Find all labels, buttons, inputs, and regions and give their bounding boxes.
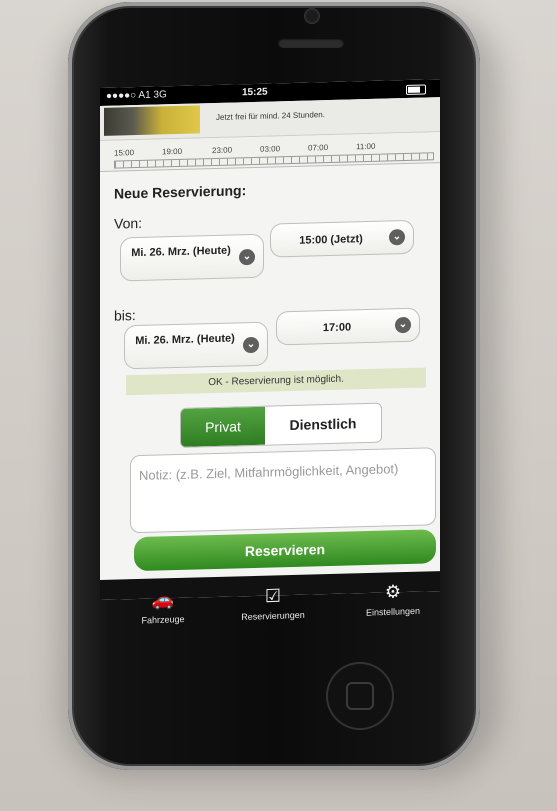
car-icon: 🚗 xyxy=(151,589,175,611)
timeline-tick: 23:00 xyxy=(212,145,233,156)
chevron-down-icon: ⌄ xyxy=(243,336,259,354)
chevron-down-icon: ⌄ xyxy=(239,248,255,266)
to-label: bis: xyxy=(114,307,136,324)
timeline-tick: 11:00 xyxy=(356,141,376,152)
from-date-picker[interactable]: Mi. 26. Mrz. (Heute) ⌄ xyxy=(120,233,264,282)
to-time-value: 17:00 xyxy=(322,321,352,335)
note-field[interactable]: Notiz: (z.B. Ziel, Mitfahrmöglichkeit, A… xyxy=(130,447,436,534)
page-title: Neue Reservierung: xyxy=(114,182,247,202)
timeline-tick: 19:00 xyxy=(162,146,183,157)
status-time: 15:25 xyxy=(242,86,268,99)
reserve-button[interactable]: Reservieren xyxy=(134,529,436,572)
from-time-value: 15:00 (Jetzt) xyxy=(299,233,363,247)
segment-dienstlich[interactable]: Dienstlich xyxy=(265,404,381,445)
to-date-picker[interactable]: Mi. 26. Mrz. (Heute) ⌄ xyxy=(124,321,268,370)
chevron-down-icon: ⌄ xyxy=(389,229,405,246)
timeline-tick: 15:00 xyxy=(114,148,135,158)
status-message: OK - Reservierung ist möglich. xyxy=(126,367,426,396)
from-date-value: Mi. 26. Mrz. (Heute) xyxy=(131,244,231,260)
trip-type-segmented-control: Privat Dienstlich xyxy=(180,402,382,448)
app-screen: ●●●●○ A1 3G 15:25 Jetzt frei für mind. 2… xyxy=(100,79,440,600)
to-time-picker[interactable]: 17:00 ⌄ xyxy=(276,307,420,346)
timeline-tick: 07:00 xyxy=(308,143,329,153)
from-label: Von: xyxy=(114,214,143,232)
home-square-icon xyxy=(346,682,374,710)
carrier-label: ●●●●○ A1 3G xyxy=(106,89,167,102)
tab-einstellungen[interactable]: ⚙ Einstellungen xyxy=(350,579,436,618)
home-button[interactable] xyxy=(326,662,394,730)
camera-icon xyxy=(304,8,320,24)
to-date-value: Mi. 26. Mrz. (Heute) xyxy=(135,332,235,348)
calendar-check-icon: ☑ xyxy=(264,585,282,607)
timeline-tick: 03:00 xyxy=(260,144,281,154)
chevron-down-icon: ⌄ xyxy=(395,316,411,334)
tab-label: Fahrzeuge xyxy=(141,614,185,626)
tab-bar: 🚗 Fahrzeuge ☑ Reservierungen ⚙ Einstellu… xyxy=(128,579,448,650)
from-time-picker[interactable]: 15:00 (Jetzt) ⌄ xyxy=(270,219,414,258)
gears-icon: ⚙ xyxy=(384,581,402,603)
segment-privat[interactable]: Privat xyxy=(181,406,265,447)
tab-label: Reservierungen xyxy=(241,609,305,623)
tab-fahrzeuge[interactable]: 🚗 Fahrzeuge xyxy=(128,588,198,626)
availability-text: Jetzt frei für mind. 24 Stunden. xyxy=(216,110,325,122)
speaker-grille xyxy=(278,38,344,48)
tab-label: Einstellungen xyxy=(365,605,421,618)
battery-icon xyxy=(406,84,426,95)
tab-reservierungen[interactable]: ☑ Reservierungen xyxy=(220,583,326,623)
vehicle-thumbnail xyxy=(104,105,200,136)
